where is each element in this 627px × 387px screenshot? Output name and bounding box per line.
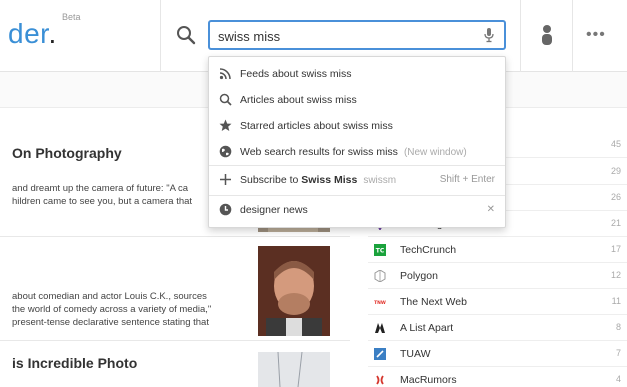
unread-count: 7 — [615, 348, 621, 358]
logo-text: der — [8, 18, 49, 49]
polygon-icon — [374, 270, 386, 282]
article-snippet: the world of comedy across a variety of … — [12, 304, 212, 315]
article-thumbnail[interactable] — [258, 246, 330, 336]
search-box — [208, 20, 506, 50]
feed-name: MacRumors — [400, 374, 457, 386]
subscribe-option[interactable]: Subscribe to Swiss Miss swissm Shift + En… — [209, 167, 505, 193]
microphone-icon[interactable] — [482, 27, 496, 43]
alistapart-icon — [375, 323, 385, 333]
techcrunch-icon: TC — [374, 244, 386, 256]
history-item[interactable]: designer news ✕ — [209, 197, 505, 223]
unread-count: 45 — [610, 139, 621, 149]
app-logo[interactable]: der. — [8, 18, 57, 50]
feed-item-a-list-apart[interactable]: A List Apart 8 — [368, 315, 627, 341]
unread-count: 17 — [610, 244, 621, 254]
tuaw-icon — [374, 348, 386, 360]
remove-icon[interactable]: ✕ — [487, 204, 495, 215]
feed-item-polygon[interactable]: Polygon 12 — [368, 263, 627, 289]
macrumors-icon — [376, 375, 384, 385]
beta-label: Beta — [62, 12, 81, 22]
search-icon — [219, 93, 232, 106]
keyboard-shortcut: Shift + Enter — [439, 174, 495, 185]
feed-name: TUAW — [400, 348, 431, 360]
article-snippet: present-tense declarative sentence stati… — [12, 317, 209, 328]
unread-count: 8 — [615, 322, 621, 332]
divider — [209, 165, 505, 166]
unread-count: 21 — [610, 218, 621, 228]
unread-count: 29 — [610, 166, 621, 176]
logo-dot: . — [48, 18, 57, 49]
feed-name: A List Apart — [400, 322, 454, 334]
feed-item-macrumors[interactable]: MacRumors 4 — [368, 367, 627, 387]
article-title[interactable]: is Incredible Photo — [12, 355, 137, 371]
feed-name: TechCrunch — [400, 244, 457, 256]
divider — [572, 0, 573, 72]
feed-item-tuaw[interactable]: TUAW 7 — [368, 341, 627, 367]
app-root: der. Beta ••• On Photography and drea — [0, 0, 627, 387]
svg-text:TNW: TNW — [374, 300, 386, 306]
feed-name: Polygon — [400, 270, 438, 282]
search-suggestions-dropdown: Feeds about swiss miss Articles about sw… — [208, 56, 506, 228]
plus-icon — [220, 174, 231, 185]
user-icon[interactable] — [540, 24, 554, 46]
divider — [0, 340, 350, 341]
feed-item-techcrunch[interactable]: TC TechCrunch 17 — [368, 237, 627, 263]
feed-name: The Next Web — [400, 296, 467, 308]
suggestion-web-search[interactable]: Web search results for swiss miss (New wi… — [209, 139, 505, 165]
suggestion-feeds[interactable]: Feeds about swiss miss — [209, 61, 505, 87]
star-icon — [219, 119, 232, 131]
svg-text:TC: TC — [376, 248, 385, 255]
divider — [520, 0, 521, 72]
feed-item-the-next-web[interactable]: TNW The Next Web 11 — [368, 289, 627, 315]
suggestion-starred[interactable]: Starred articles about swiss miss — [209, 113, 505, 139]
unread-count: 12 — [610, 270, 621, 280]
article-thumbnail[interactable] — [258, 352, 330, 387]
unread-count: 11 — [611, 296, 621, 306]
article-snippet: and dreamt up the camera of future: "A c… — [12, 183, 189, 194]
unread-count: 26 — [610, 192, 621, 202]
article-title[interactable]: On Photography — [12, 145, 122, 161]
unread-count: 4 — [615, 374, 621, 384]
article-snippet: about comedian and actor Louis C.K., sou… — [12, 291, 207, 302]
suggestion-articles[interactable]: Articles about swiss miss — [209, 87, 505, 113]
more-icon[interactable]: ••• — [586, 27, 606, 43]
tnw-icon: TNW — [374, 299, 386, 306]
article-snippet: hildren came to see you, but a camera th… — [12, 196, 193, 207]
divider — [160, 0, 161, 72]
rss-icon — [219, 68, 231, 80]
search-icon[interactable] — [176, 25, 196, 45]
search-input[interactable] — [218, 27, 468, 45]
globe-icon — [219, 145, 232, 158]
divider — [209, 195, 505, 196]
divider — [0, 236, 350, 237]
clock-icon — [219, 203, 232, 216]
